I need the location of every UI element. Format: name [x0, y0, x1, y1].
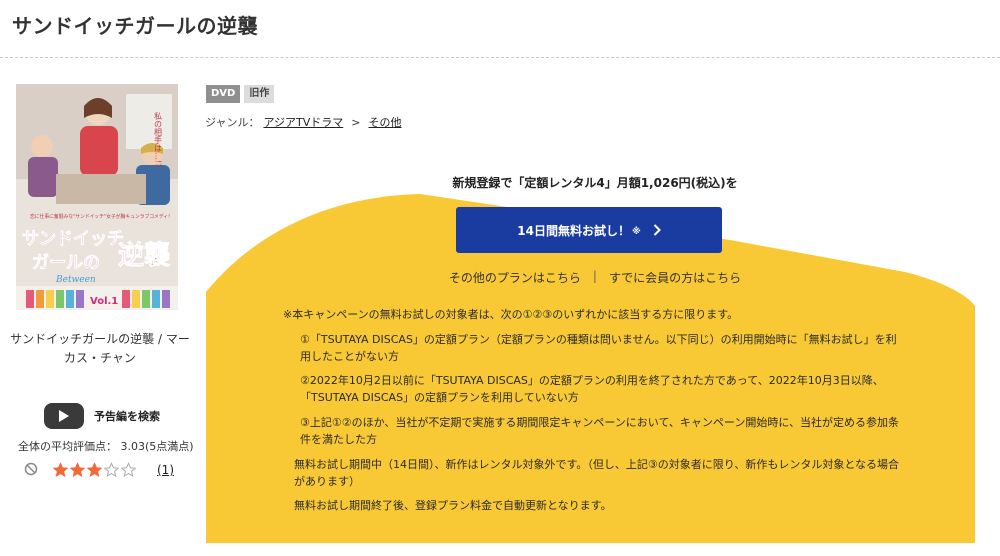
badge-dvd: DVD: [206, 85, 241, 103]
review-count-link[interactable]: (1): [157, 463, 174, 477]
star-filled-icon: [69, 462, 86, 478]
other-plans-link[interactable]: その他のプランはこちら: [449, 269, 581, 286]
trailer-search-button[interactable]: 予告編を検索: [44, 403, 160, 429]
badge-old-release: 旧作: [244, 85, 275, 103]
trailer-label: 予告編を検索: [94, 410, 160, 423]
promo-headline: 新規登録で「定額レンタル4」月額1,026円(税込)を: [452, 176, 738, 190]
play-icon: [44, 403, 84, 429]
cover-speech: 私の相手は…!?: [154, 112, 163, 167]
cover-tagline: 恋に仕事に奮闘みな"サンドイッチ"女子が胸キュンラブコメディ!: [30, 213, 170, 220]
terms-item-1: ①「TSUTAYA DISCAS」の定額プラン（定額プランの種類は問いません。以…: [300, 333, 897, 363]
cover-logo-kanji: 逆襲: [118, 240, 171, 271]
genre-link-asian-tv-drama[interactable]: アジアTVドラマ: [263, 114, 343, 130]
plan-links: その他のプランはこちら | すでに会員の方はこちら: [205, 269, 985, 286]
member-login-link[interactable]: すでに会員の方はこちら: [609, 269, 741, 286]
free-trial-button[interactable]: 14日間無料お試し！ ※: [456, 207, 722, 253]
star-filled-icon: [86, 462, 103, 478]
star-filled-icon: [52, 462, 69, 478]
product-caption: サンドイッチガールの逆襲 / マーカス・チャン: [10, 332, 190, 365]
badge-list: DVD 旧作: [206, 85, 278, 103]
average-rating: 全体の平均評価点： 3.03(5点満点): [18, 440, 194, 453]
star-empty-icon: [120, 462, 137, 478]
star-empty-icon: [103, 462, 120, 478]
no-entry-icon[interactable]: [24, 461, 38, 480]
star-rating: [52, 462, 137, 478]
genre-separator: >: [351, 115, 361, 129]
terms-auto-renewal: 無料お試し期間終了後、登録プラン料金で自動更新となります。: [294, 499, 612, 512]
terms-trial-period: 無料お試し期間中（14日間）、新作はレンタル対象外です。（但し、上記③の対象者に…: [294, 458, 899, 488]
cover-logo-line2: ガールの: [32, 253, 100, 273]
free-trial-label: 14日間無料お試し！: [517, 223, 630, 238]
genre-breadcrumb: ジャンル： アジアTVドラマ > その他: [205, 114, 401, 130]
terms-intro: ※本キャンペーンの無料お試しの対象者は、次の①②③のいずれかに該当する方に限りま…: [283, 308, 739, 321]
cover-logo-line1: サンドイッチ: [22, 229, 124, 249]
cover-subtitle: Between: [55, 275, 96, 285]
link-divider: |: [592, 269, 597, 283]
rating-row: (1): [24, 460, 174, 480]
dvd-cover-image[interactable]: 私の相手は…!? 恋に仕事に奮闘みな"サンドイッチ"女子が胸キュンラブコメディ!…: [16, 84, 178, 310]
terms-item-3: ③上記①②のほか、当社が不定期で実施する期間限定キャンペーンにおいて、キャンペー…: [300, 416, 900, 446]
cover-volume: Vol.1: [90, 296, 118, 307]
terms-item-2: ②2022年10月2日以前に「TSUTAYA DISCAS」の定額プランの利用を…: [300, 374, 884, 404]
free-trial-note: ※: [631, 227, 641, 237]
genre-link-other[interactable]: その他: [368, 114, 401, 130]
chevron-right-icon: [653, 224, 661, 236]
genre-label: ジャンル：: [205, 116, 260, 129]
